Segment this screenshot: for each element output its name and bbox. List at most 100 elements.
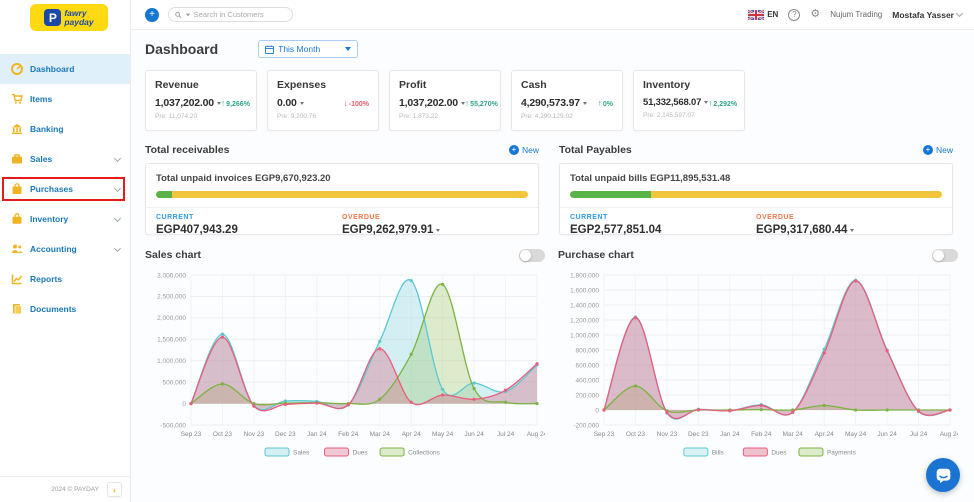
total-receivables-panel: Total receivables + New Total unpaid inv… <box>145 143 539 236</box>
svg-text:1,400,000: 1,400,000 <box>570 302 599 309</box>
total-payables-panel: Total Payables + New Total unpaid bills … <box>559 143 953 236</box>
overdue-amount: EGP9,262,979.91 <box>342 224 528 236</box>
overdue-label: OVERDUE <box>342 214 381 221</box>
sidebar-item-accounting[interactable]: Accounting <box>0 234 130 264</box>
chevron-down-icon <box>955 9 964 18</box>
kpi-value: 4,290,573.97 <box>521 97 580 109</box>
svg-text:600,000: 600,000 <box>576 362 600 369</box>
chevron-down-icon <box>345 47 352 51</box>
svg-text:Jun 24: Jun 24 <box>877 431 897 438</box>
chevron-down-icon <box>113 154 122 163</box>
purchase-chart-panel: Purchase chart 1,800,000 1,600,000 1,400,0… <box>558 247 958 461</box>
quick-add-button[interactable]: + <box>145 7 159 22</box>
sidebar-footer: 2024 © PAYDAY ‹ <box>0 476 130 502</box>
sidebar-item-banking[interactable]: Banking <box>0 114 130 144</box>
settings-gear-icon[interactable]: ⚙ <box>810 9 820 20</box>
value-dropdown-caret-icon[interactable] <box>299 101 304 105</box>
sidebar-item-purchases[interactable]: Purchases <box>0 174 130 204</box>
sidebar-item-sales[interactable]: Sales <box>0 144 130 174</box>
bank-icon <box>10 123 23 136</box>
company-name: Nujum Trading <box>830 10 883 19</box>
payables-card: Total unpaid bills EGP11,895,531.48 CURR… <box>559 163 953 236</box>
new-bill-button[interactable]: + New <box>922 145 953 155</box>
language-selector[interactable]: EN <box>748 9 778 20</box>
sidebar-item-reports[interactable]: Reports <box>0 264 130 294</box>
period-filter-dropdown[interactable]: This Month <box>258 40 359 58</box>
sidebar-item-label: Accounting <box>30 244 77 254</box>
fawry-payday-logo[interactable]: P fawry payday <box>30 4 108 31</box>
sidebar-item-label: Documents <box>30 304 77 314</box>
charts-row: Sales chart 3,000,000 2,500,000 2,000,000 1… <box>145 247 960 461</box>
chat-widget-button[interactable] <box>926 458 960 492</box>
user-name: Mostafa Yasser <box>892 9 954 20</box>
chevron-down-icon <box>113 244 122 253</box>
receivables-payables-row: Total receivables + New Total unpaid inv… <box>145 143 960 236</box>
svg-text:Bills: Bills <box>712 450 725 457</box>
svg-text:Feb 24: Feb 24 <box>338 431 359 438</box>
total-unpaid-bills: Total unpaid bills EGP11,895,531.48 <box>570 173 731 184</box>
toggle-knob <box>933 249 944 261</box>
cart-icon <box>10 93 23 106</box>
sidebar-item-label: Inventory <box>30 214 69 224</box>
svg-text:200,000: 200,000 <box>576 392 600 399</box>
purchase-chart-toggle[interactable] <box>932 248 958 262</box>
svg-text:Aug 24: Aug 24 <box>940 431 958 438</box>
svg-text:-500,000: -500,000 <box>160 422 186 429</box>
total-unpaid-invoices: Total unpaid invoices EGP9,670,923.20 <box>156 173 331 184</box>
svg-text:-200,000: -200,000 <box>573 422 599 429</box>
app-window: P fawry payday Dashboard Items Banking S… <box>0 0 974 502</box>
main-content: Dashboard This Month Revenue 1,037,202.0… <box>131 30 974 502</box>
svg-text:2,500,000: 2,500,000 <box>157 294 186 301</box>
amount-dropdown-caret-icon[interactable] <box>850 228 855 232</box>
kpi-trend: ↑ 55,270% <box>465 98 498 108</box>
kpi-previous-value: Pre: 11,074.20 <box>155 113 198 120</box>
svg-text:Nov 23: Nov 23 <box>244 431 265 438</box>
purchase-chart-canvas: 1,800,000 1,600,000 1,400,000 1,200,000 1,00… <box>570 272 958 457</box>
sidebar-item-label: Banking <box>30 124 64 134</box>
svg-text:0: 0 <box>595 407 599 414</box>
svg-text:Dues: Dues <box>353 450 369 457</box>
kpi-card-profit: Profit 1,037,202.00 ↑ 55,270% Pre: 1,873.… <box>389 70 501 131</box>
kpi-card-revenue: Revenue 1,037,202.00 ↑ 9,266% Pre: 11,074… <box>145 70 257 131</box>
svg-text:Sep 23: Sep 23 <box>181 431 202 438</box>
svg-text:Jun 24: Jun 24 <box>464 431 484 438</box>
section-title: Total Payables <box>559 144 632 156</box>
svg-text:1,800,000: 1,800,000 <box>570 272 599 279</box>
sidebar-item-items[interactable]: Items <box>0 84 130 114</box>
logo-text: fawry payday <box>64 9 93 26</box>
user-menu[interactable]: Mostafa Yasser <box>892 9 964 20</box>
new-invoice-button[interactable]: + New <box>508 145 539 155</box>
search-input[interactable] <box>193 10 286 19</box>
sidebar-collapse-button[interactable]: ‹ <box>107 482 122 497</box>
global-search[interactable] <box>168 7 293 22</box>
page-title: Dashboard <box>145 41 219 57</box>
sidebar-item-label: Reports <box>30 274 63 284</box>
kpi-value: 1,037,202.00 <box>155 97 214 109</box>
trend-up-icon: ↑ <box>464 98 470 108</box>
sidebar-item-dashboard[interactable]: Dashboard <box>0 54 130 84</box>
kpi-title: Expenses <box>277 79 327 91</box>
sidebar-item-documents[interactable]: Documents <box>0 294 130 324</box>
chart-title: Sales chart <box>145 249 202 261</box>
sidebar-item-inventory[interactable]: Inventory <box>0 204 130 234</box>
chart-report-icon <box>10 273 23 286</box>
sales-chart-toggle[interactable] <box>519 248 545 262</box>
svg-text:Aug 24: Aug 24 <box>527 431 545 438</box>
sales-chart-panel: Sales chart 3,000,000 2,500,000 2,000,000 1… <box>145 247 545 461</box>
kpi-title: Inventory <box>643 79 691 91</box>
section-title: Total receivables <box>145 144 230 156</box>
briefcase-icon <box>10 153 23 166</box>
search-scope-caret-icon[interactable] <box>185 13 190 16</box>
amount-dropdown-caret-icon[interactable] <box>436 228 441 232</box>
payables-progress-bar <box>570 191 942 198</box>
svg-text:Mar 24: Mar 24 <box>370 431 391 438</box>
svg-text:1,000,000: 1,000,000 <box>570 332 599 339</box>
receivables-progress-current <box>156 191 172 198</box>
new-label: New <box>521 145 539 155</box>
plus-icon: + <box>508 145 519 155</box>
help-icon[interactable]: ? <box>788 8 801 21</box>
value-dropdown-caret-icon[interactable] <box>582 101 587 105</box>
sidebar-item-label: Items <box>30 94 53 104</box>
kpi-value: 0.00 <box>277 97 297 109</box>
svg-text:Mar 24: Mar 24 <box>783 431 804 438</box>
